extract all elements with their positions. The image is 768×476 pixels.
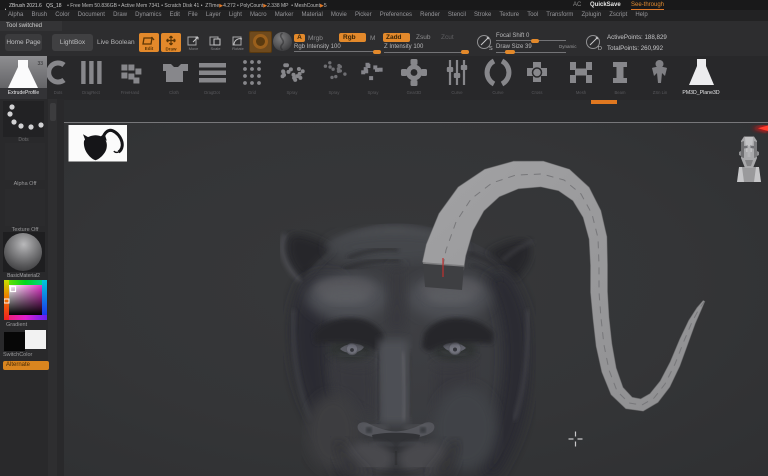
- svg-text:ZSn Lin: ZSn Lin: [653, 90, 668, 95]
- svg-text:PM3D_Plane3D: PM3D_Plane3D: [682, 90, 719, 96]
- svg-text:Draw: Draw: [165, 47, 177, 52]
- svg-text:Beam: Beam: [615, 90, 626, 95]
- svg-text:Grid: Grid: [248, 90, 257, 95]
- svg-text:Spray: Spray: [368, 90, 380, 95]
- svg-text:Rotate: Rotate: [232, 46, 245, 51]
- svg-text:Mesh: Mesh: [576, 90, 587, 95]
- svg-text:Scale: Scale: [210, 46, 221, 51]
- svg-text:Spray: Spray: [329, 90, 341, 95]
- svg-text:Edit: Edit: [145, 46, 154, 51]
- svg-text:DragRect: DragRect: [82, 90, 101, 95]
- svg-text:Gear3D: Gear3D: [407, 90, 422, 95]
- svg-text:S: S: [489, 46, 493, 51]
- svg-text:Move: Move: [189, 46, 200, 51]
- svg-text:D: D: [598, 46, 602, 51]
- svg-text:DragDot: DragDot: [204, 90, 220, 95]
- svg-text:Cross: Cross: [532, 90, 543, 95]
- svg-text:33: 33: [37, 61, 43, 67]
- svg-text:Cloth: Cloth: [169, 90, 179, 95]
- svg-text:Spray: Spray: [287, 90, 299, 95]
- svg-text:Dots: Dots: [54, 90, 63, 95]
- svg-text:FreeHand: FreeHand: [121, 90, 140, 95]
- svg-text:Curve: Curve: [451, 90, 463, 95]
- svg-text:Curve: Curve: [492, 90, 504, 95]
